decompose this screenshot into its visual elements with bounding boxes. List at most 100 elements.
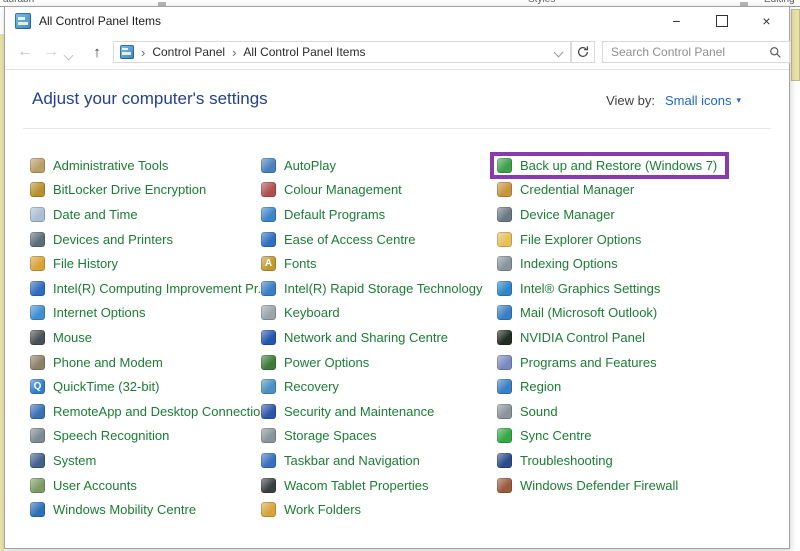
search-input[interactable] — [603, 45, 765, 59]
breadcrumb-control-panel[interactable]: Control Panel — [152, 45, 225, 59]
item-quicktime-32-bit[interactable]: Q QuickTime (32-bit) — [30, 374, 159, 399]
item-region[interactable]: Region — [497, 374, 561, 399]
minimize-icon: − — [672, 13, 680, 29]
item-credential-manager[interactable]: Credential Manager — [497, 178, 634, 203]
item-recovery[interactable]: Recovery — [261, 374, 339, 399]
item-ease-of-access-centre[interactable]: Ease of Access Centre — [261, 227, 416, 252]
item-label: Network and Sharing Centre — [284, 330, 448, 345]
breadcrumb-separator-icon: › — [141, 45, 145, 60]
item-phone-and-modem[interactable]: Phone and Modem — [30, 350, 163, 375]
up-button[interactable]: ↑ — [85, 40, 109, 64]
item-mail-microsoft-outlook[interactable]: Mail (Microsoft Outlook) — [497, 301, 657, 326]
work-folders-icon — [261, 502, 276, 517]
forward-button[interactable]: → — [39, 40, 63, 64]
maximize-icon — [716, 15, 728, 27]
item-sync-centre[interactable]: Sync Centre — [497, 424, 592, 449]
item-label: QuickTime (32-bit) — [53, 379, 159, 394]
search-icon[interactable] — [769, 46, 782, 59]
item-intel-graphics-settings[interactable]: Intel® Graphics Settings — [497, 276, 660, 301]
troubleshooting-icon — [497, 453, 512, 468]
breadcrumb-all-control-panel-items[interactable]: All Control Panel Items — [243, 45, 365, 59]
item-label: Programs and Features — [520, 355, 657, 370]
item-label: Troubleshooting — [520, 453, 613, 468]
item-bitlocker-drive-encryption[interactable]: BitLocker Drive Encryption — [30, 178, 206, 203]
item-fonts[interactable]: AFonts — [261, 251, 317, 276]
address-dropdown-icon[interactable] — [554, 47, 564, 57]
item-intel-r-computing-improvement-pr[interactable]: Intel(R) Computing Improvement Pr... — [30, 276, 268, 301]
minimize-button[interactable]: − — [654, 7, 699, 35]
autoplay-icon — [261, 158, 276, 173]
item-label: Wacom Tablet Properties — [284, 478, 429, 493]
item-autoplay[interactable]: AutoPlay — [261, 153, 336, 178]
forward-icon: → — [43, 43, 59, 61]
item-internet-options[interactable]: Internet Options — [30, 301, 146, 326]
mouse-icon — [30, 330, 45, 345]
item-troubleshooting[interactable]: Troubleshooting — [497, 448, 613, 473]
item-device-manager[interactable]: Device Manager — [497, 202, 615, 227]
item-storage-spaces[interactable]: Storage Spaces — [261, 424, 377, 449]
item-label: User Accounts — [53, 478, 137, 493]
item-label: Intel(R) Rapid Storage Technology — [284, 281, 483, 296]
item-label: Colour Management — [284, 182, 402, 197]
item-taskbar-and-navigation[interactable]: Taskbar and Navigation — [261, 448, 420, 473]
item-mouse[interactable]: Mouse — [30, 325, 92, 350]
item-nvidia-control-panel[interactable]: NVIDIA Control Panel — [497, 325, 645, 350]
close-button[interactable]: × — [744, 7, 789, 35]
items-column-1: Administrative Tools BitLocker Drive Encr… — [30, 153, 274, 522]
refresh-icon — [576, 45, 590, 59]
item-administrative-tools[interactable]: Administrative Tools — [30, 153, 168, 178]
item-label: Power Options — [284, 355, 369, 370]
navigation-bar: ← → ↑ › Control Panel › All Control Pane… — [5, 35, 789, 70]
item-keyboard[interactable]: Keyboard — [261, 301, 340, 326]
fonts-icon: A — [261, 256, 276, 271]
close-icon: × — [762, 13, 770, 29]
item-indexing-options[interactable]: Indexing Options — [497, 251, 618, 276]
item-programs-and-features[interactable]: Programs and Features — [497, 350, 657, 375]
item-file-explorer-options[interactable]: File Explorer Options — [497, 227, 641, 252]
recent-locations-button[interactable] — [65, 46, 79, 60]
item-user-accounts[interactable]: User Accounts — [30, 473, 137, 498]
file-explorer-options-icon — [497, 232, 512, 247]
keyboard-icon — [261, 305, 276, 320]
remoteapp-and-desktop-connections-icon — [30, 404, 45, 419]
item-sound[interactable]: Sound — [497, 399, 558, 424]
item-label: Speech Recognition — [53, 428, 169, 443]
search-box — [602, 41, 790, 63]
item-system[interactable]: System — [30, 448, 96, 473]
item-remoteapp-and-desktop-connections[interactable]: RemoteApp and Desktop Connections — [30, 399, 274, 424]
item-devices-and-printers[interactable]: Devices and Printers — [30, 227, 173, 252]
ribbon-fragment-right: Editing — [764, 0, 795, 5]
item-file-history[interactable]: File History — [30, 251, 118, 276]
item-network-and-sharing-centre[interactable]: Network and Sharing Centre — [261, 325, 448, 350]
chevron-down-icon — [64, 51, 74, 61]
address-bar[interactable]: › Control Panel › All Control Panel Item… — [113, 41, 571, 63]
maximize-button[interactable] — [699, 7, 744, 35]
item-label: System — [53, 453, 96, 468]
item-default-programs[interactable]: Default Programs — [261, 202, 385, 227]
network-and-sharing-centre-icon — [261, 330, 276, 345]
item-label: Internet Options — [53, 305, 146, 320]
item-back-up-and-restore-windows-7[interactable]: Back up and Restore (Windows 7) — [497, 153, 717, 178]
quicktime-32-bit-icon: Q — [30, 379, 45, 394]
item-colour-management[interactable]: Colour Management — [261, 178, 402, 203]
taskbar-and-navigation-icon — [261, 453, 276, 468]
view-by-dropdown[interactable]: Small icons ▾ — [665, 93, 741, 108]
item-wacom-tablet-properties[interactable]: Wacom Tablet Properties — [261, 473, 429, 498]
item-speech-recognition[interactable]: Speech Recognition — [30, 424, 169, 449]
item-label: Administrative Tools — [53, 158, 168, 173]
indexing-options-icon — [497, 256, 512, 271]
back-button[interactable]: ← — [13, 40, 37, 64]
refresh-button[interactable] — [571, 41, 595, 63]
item-work-folders[interactable]: Work Folders — [261, 497, 361, 522]
item-windows-mobility-centre[interactable]: Windows Mobility Centre — [30, 497, 196, 522]
item-label: Keyboard — [284, 305, 340, 320]
item-power-options[interactable]: Power Options — [261, 350, 369, 375]
item-date-and-time[interactable]: Date and Time — [30, 202, 138, 227]
sound-icon — [497, 404, 512, 419]
item-security-and-maintenance[interactable]: Security and Maintenance — [261, 399, 434, 424]
item-intel-r-rapid-storage-technology[interactable]: Intel(R) Rapid Storage Technology — [261, 276, 483, 301]
item-label: NVIDIA Control Panel — [520, 330, 645, 345]
item-windows-defender-firewall[interactable]: Windows Defender Firewall — [497, 473, 678, 498]
item-label: Intel® Graphics Settings — [520, 281, 660, 296]
phone-and-modem-icon — [30, 355, 45, 370]
